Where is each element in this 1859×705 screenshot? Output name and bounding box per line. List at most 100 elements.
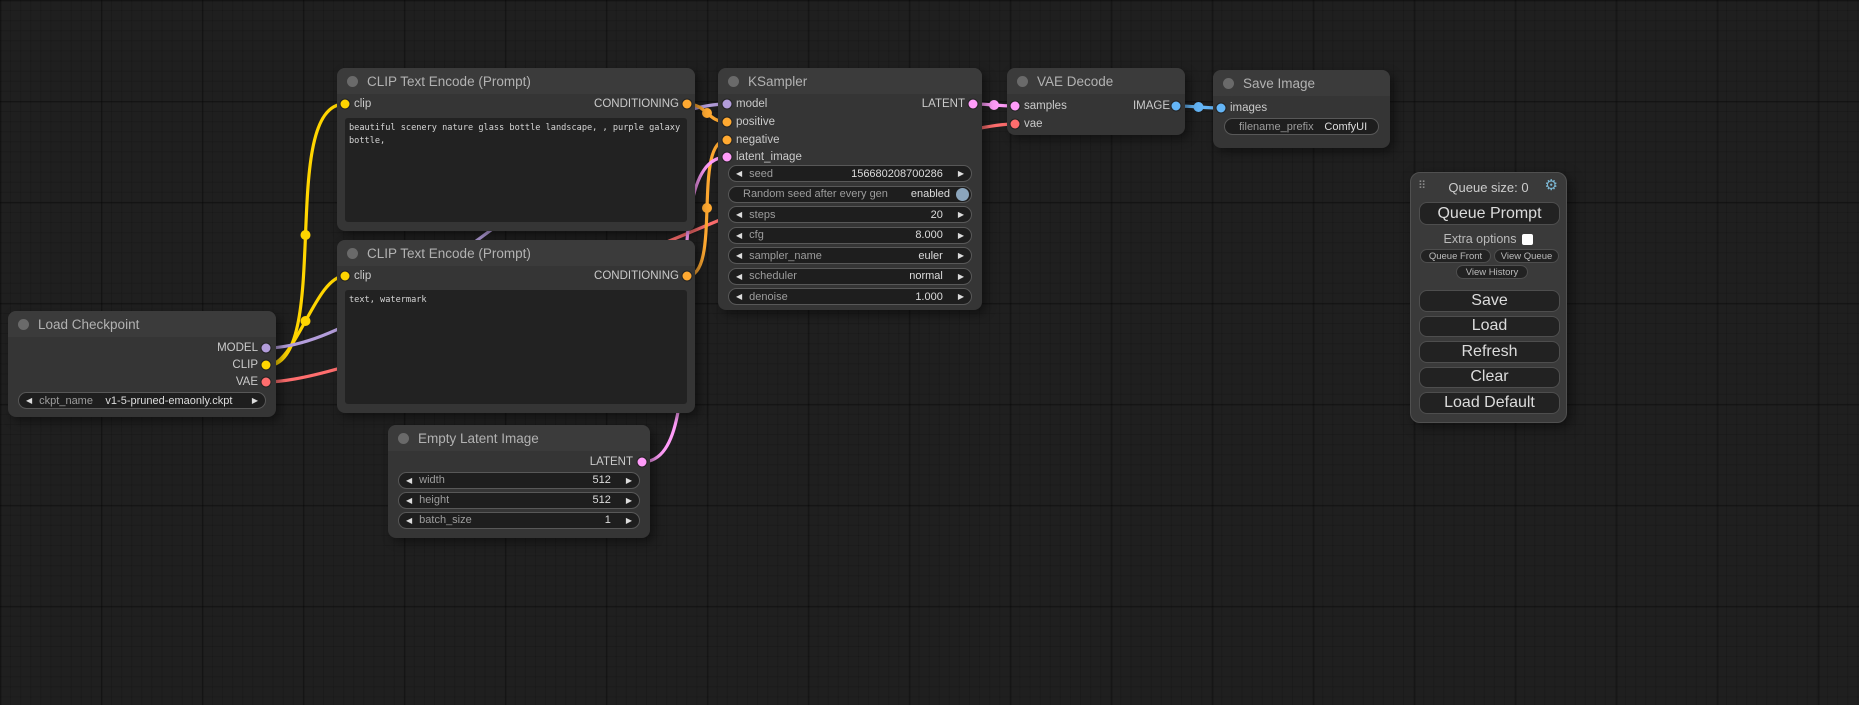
model-output-port[interactable] [262, 344, 271, 353]
widget-value[interactable]: 8.000 [915, 229, 951, 241]
decrement-arrow-icon[interactable]: ◀ [729, 228, 749, 243]
node-title-bar[interactable]: Save Image [1213, 70, 1390, 96]
increment-arrow-icon[interactable]: ▶ [951, 269, 971, 284]
queue-front-button[interactable]: Queue Front [1420, 249, 1491, 263]
node-vae-decode[interactable]: VAE Decode samples vae IMAGE [1007, 68, 1185, 135]
decrement-arrow-icon[interactable]: ◀ [729, 289, 749, 304]
samples-input-port[interactable] [1011, 102, 1020, 111]
toggle-dot-icon[interactable] [956, 188, 969, 201]
decrement-arrow-icon[interactable]: ◀ [399, 493, 419, 508]
node-collapse-dot-icon[interactable] [1017, 76, 1028, 87]
node-title-bar[interactable]: VAE Decode [1007, 68, 1185, 94]
sampler-name-widget[interactable]: ◀ sampler_name euler ▶ [728, 247, 972, 264]
widget-value[interactable]: 1.000 [915, 291, 951, 303]
clip-input-port[interactable] [341, 272, 350, 281]
widget-value[interactable]: 512 [592, 494, 618, 506]
latent-output-port[interactable] [638, 458, 647, 467]
node-collapse-dot-icon[interactable] [728, 76, 739, 87]
widget-value[interactable]: euler [918, 250, 950, 262]
decrement-arrow-icon[interactable]: ◀ [729, 248, 749, 263]
increment-arrow-icon[interactable]: ▶ [951, 207, 971, 222]
node-ksampler[interactable]: KSampler model positive negative latent_… [718, 68, 982, 310]
ckpt-name-widget[interactable]: ◀ ckpt_name v1-5-pruned-emaonly.ckpt ▶ [18, 392, 266, 409]
positive-input-port[interactable] [723, 118, 732, 127]
widget-value[interactable]: normal [909, 270, 951, 282]
queue-panel[interactable]: ⠿ Queue size: 0 ⚙ Queue Prompt Extra opt… [1410, 172, 1567, 423]
node-title-bar[interactable]: CLIP Text Encode (Prompt) [337, 68, 695, 94]
steps-widget[interactable]: ◀ steps 20 ▶ [728, 206, 972, 223]
increment-arrow-icon[interactable]: ▶ [951, 166, 971, 181]
refresh-button[interactable]: Refresh [1419, 341, 1560, 363]
model-input-port[interactable] [723, 100, 732, 109]
node-collapse-dot-icon[interactable] [347, 248, 358, 259]
prompt-textarea[interactable]: text, watermark [345, 290, 687, 404]
random-seed-toggle-widget[interactable]: Random seed after every gen enabled [728, 186, 972, 203]
increment-arrow-icon[interactable]: ▶ [619, 513, 639, 528]
node-empty-latent-image[interactable]: Empty Latent Image LATENT ◀ width 512 ▶ … [388, 425, 650, 538]
node-title: CLIP Text Encode (Prompt) [367, 246, 531, 261]
decrement-arrow-icon[interactable]: ◀ [399, 513, 419, 528]
node-clip-text-encode-negative[interactable]: CLIP Text Encode (Prompt) clip CONDITION… [337, 240, 695, 413]
view-history-button[interactable]: View History [1456, 265, 1528, 279]
node-collapse-dot-icon[interactable] [1223, 78, 1234, 89]
settings-gear-icon[interactable]: ⚙ [1545, 178, 1558, 193]
view-queue-button[interactable]: View Queue [1494, 249, 1559, 263]
node-title-bar[interactable]: Load Checkpoint [8, 311, 276, 337]
extra-options-checkbox[interactable] [1522, 234, 1533, 245]
node-title-bar[interactable]: Empty Latent Image [388, 425, 650, 451]
node-collapse-dot-icon[interactable] [347, 76, 358, 87]
node-save-image[interactable]: Save Image images filename_prefix ComfyU… [1213, 70, 1390, 148]
cfg-widget[interactable]: ◀ cfg 8.000 ▶ [728, 227, 972, 244]
increment-arrow-icon[interactable]: ▶ [951, 228, 971, 243]
comfyui-canvas[interactable]: { "glyphs": { "arrow_left": "◀", "arrow_… [0, 0, 1859, 705]
seed-widget[interactable]: ◀ seed 156680208700286 ▶ [728, 165, 972, 182]
widget-value[interactable]: enabled [911, 188, 950, 200]
queue-prompt-button[interactable]: Queue Prompt [1419, 202, 1560, 225]
node-collapse-dot-icon[interactable] [18, 319, 29, 330]
height-widget[interactable]: ◀ height 512 ▶ [398, 492, 640, 509]
load-default-button[interactable]: Load Default [1419, 392, 1560, 414]
filename-prefix-widget[interactable]: filename_prefix ComfyUI [1224, 118, 1379, 135]
decrement-arrow-icon[interactable]: ◀ [729, 269, 749, 284]
denoise-widget[interactable]: ◀ denoise 1.000 ▶ [728, 288, 972, 305]
conditioning-output-port[interactable] [683, 272, 692, 281]
decrement-arrow-icon[interactable]: ◀ [729, 207, 749, 222]
load-button[interactable]: Load [1419, 316, 1560, 338]
latent-output-port[interactable] [969, 100, 978, 109]
increment-arrow-icon[interactable]: ▶ [619, 493, 639, 508]
increment-arrow-icon[interactable]: ▶ [951, 289, 971, 304]
node-clip-text-encode-positive[interactable]: CLIP Text Encode (Prompt) clip CONDITION… [337, 68, 695, 231]
vae-output-port[interactable] [262, 378, 271, 387]
latent-image-input-port[interactable] [723, 153, 732, 162]
vae-input-port[interactable] [1011, 120, 1020, 129]
increment-arrow-icon[interactable]: ▶ [619, 473, 639, 488]
widget-value[interactable]: 1 [605, 514, 619, 526]
widget-value[interactable]: 156680208700286 [851, 168, 951, 180]
node-load-checkpoint[interactable]: Load Checkpoint MODEL CLIP VAE ◀ ckpt_na… [8, 311, 276, 417]
clip-input-port[interactable] [341, 100, 350, 109]
increment-arrow-icon[interactable]: ▶ [951, 248, 971, 263]
node-collapse-dot-icon[interactable] [398, 433, 409, 444]
node-title-bar[interactable]: CLIP Text Encode (Prompt) [337, 240, 695, 266]
decrement-arrow-icon[interactable]: ◀ [19, 393, 39, 408]
clear-button[interactable]: Clear [1419, 367, 1560, 389]
node-title-bar[interactable]: KSampler [718, 68, 982, 94]
widget-value[interactable]: 20 [931, 209, 951, 221]
prompt-textarea[interactable]: beautiful scenery nature glass bottle la… [345, 118, 687, 222]
images-input-port[interactable] [1217, 104, 1226, 113]
widget-value[interactable]: 512 [592, 474, 618, 486]
conditioning-output-port[interactable] [683, 100, 692, 109]
scheduler-widget[interactable]: ◀ scheduler normal ▶ [728, 268, 972, 285]
decrement-arrow-icon[interactable]: ◀ [399, 473, 419, 488]
link-midpoint-dot [702, 203, 712, 213]
widget-value[interactable]: ComfyUI [1314, 121, 1378, 133]
width-widget[interactable]: ◀ width 512 ▶ [398, 472, 640, 489]
increment-arrow-icon[interactable]: ▶ [245, 393, 265, 408]
save-button[interactable]: Save [1419, 290, 1560, 312]
widget-value[interactable]: v1-5-pruned-emaonly.ckpt [93, 395, 245, 407]
decrement-arrow-icon[interactable]: ◀ [729, 166, 749, 181]
negative-input-port[interactable] [723, 136, 732, 145]
batch-size-widget[interactable]: ◀ batch_size 1 ▶ [398, 512, 640, 529]
clip-output-port[interactable] [262, 361, 271, 370]
image-output-port[interactable] [1172, 102, 1181, 111]
